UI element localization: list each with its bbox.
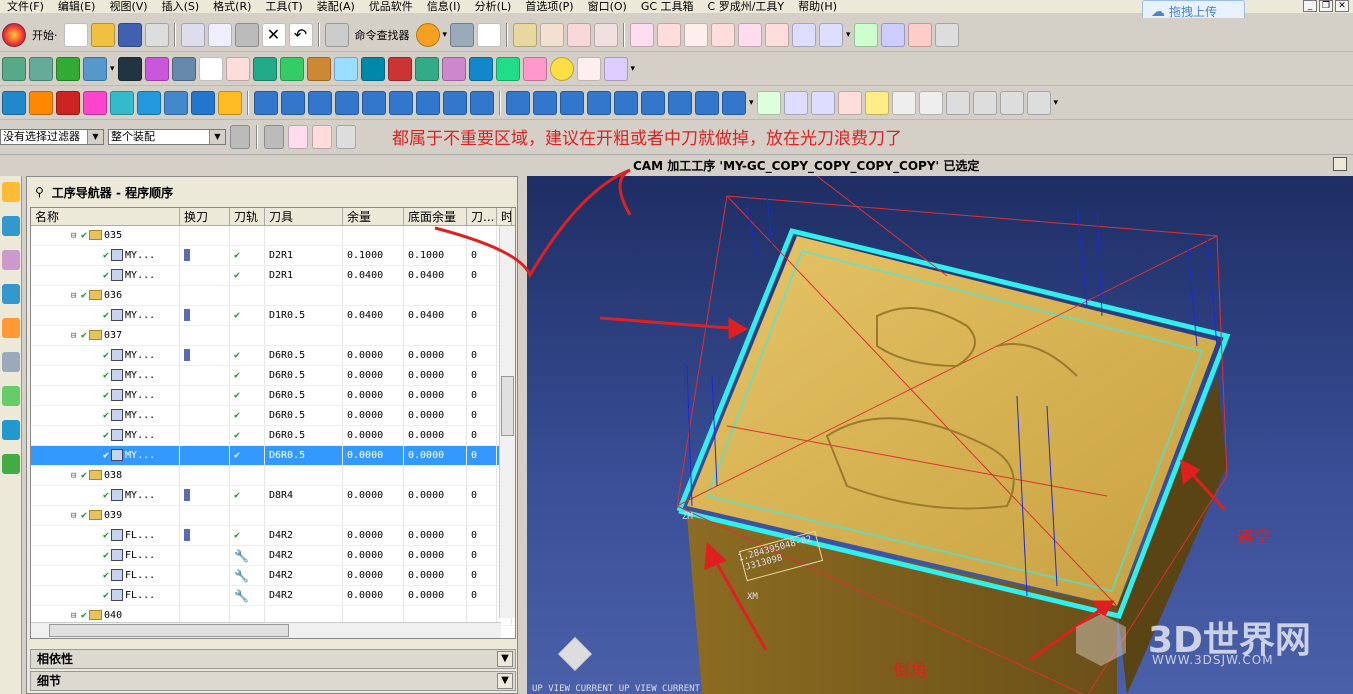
annotation-clearance: 避空 [1237, 528, 1271, 548]
annotation-chamfer: 倒角 [893, 661, 927, 681]
watermark-url: WWW.3DSJW.COM [1152, 653, 1274, 667]
annotation-arrows [434, 168, 1227, 662]
annotation-overlay [434, 168, 1227, 662]
nx-cam-window: 文件(F) 编辑(E) 视图(V) 插入(S) 格式(R) 工具(T) 装配(A) 优品软件信… [0, 0, 1353, 694]
